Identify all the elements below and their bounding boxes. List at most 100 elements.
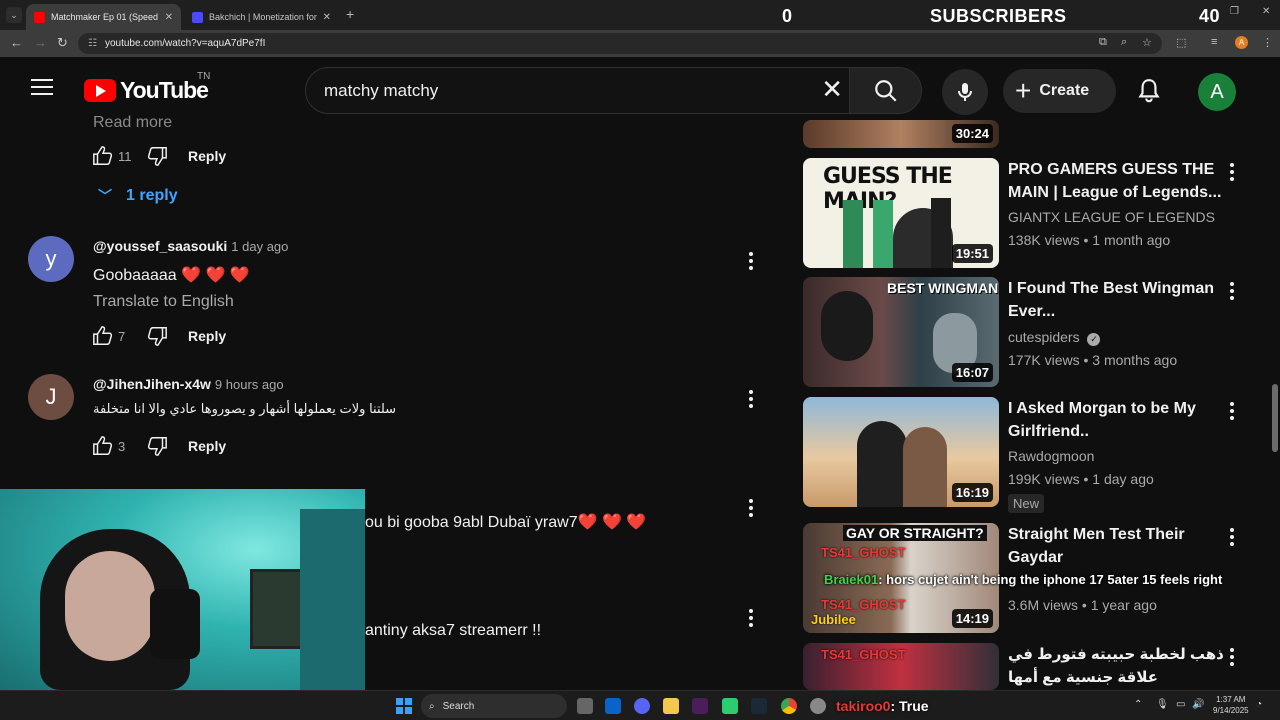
- comment-menu-icon[interactable]: [749, 499, 753, 520]
- video-title[interactable]: I Found The Best Wingman Ever...: [1008, 277, 1226, 323]
- video-thumbnail[interactable]: GUESS THE MAIN? 19:51: [803, 158, 999, 268]
- like-count: 11: [118, 148, 132, 164]
- clear-search-icon[interactable]: ✕: [821, 76, 843, 102]
- extensions-icon[interactable]: ⬚: [1176, 36, 1186, 49]
- outlook-icon[interactable]: [605, 698, 621, 714]
- video-menu-icon[interactable]: [1230, 402, 1234, 423]
- reply-button[interactable]: Reply: [188, 328, 226, 344]
- page-scrollbar[interactable]: [1270, 57, 1280, 690]
- browser-menu-icon[interactable]: ⋮: [1262, 36, 1273, 49]
- close-window-icon[interactable]: ✕: [1262, 6, 1270, 17]
- avatar[interactable]: y: [28, 236, 74, 282]
- bakchich-favicon-icon: [192, 11, 203, 23]
- video-thumbnail[interactable]: TS41_GHOST: [803, 643, 999, 690]
- comment-author[interactable]: @JihenJihen-x4w 9 hours ago: [93, 376, 284, 392]
- search-input[interactable]: matchy matchy ✕: [305, 67, 850, 114]
- reply-button[interactable]: Reply: [188, 438, 226, 454]
- volume-icon[interactable]: 🔊: [1192, 699, 1204, 710]
- search-button[interactable]: [849, 67, 922, 114]
- voice-search-button[interactable]: [942, 69, 988, 115]
- reply-button[interactable]: Reply: [188, 148, 226, 164]
- comment-menu-icon[interactable]: [749, 252, 753, 273]
- chrome-icon[interactable]: [781, 698, 797, 714]
- reload-icon[interactable]: ↻: [57, 35, 68, 51]
- channel-name-text[interactable]: cutespiders: [1008, 329, 1080, 345]
- channel-name[interactable]: GIANTX LEAGUE OF LEGENDS: [1008, 209, 1215, 225]
- video-title[interactable]: ذهب لخطبة حبيبته فتورط في علاقة جنسية مع…: [1008, 643, 1226, 689]
- thumbs-down-icon[interactable]: [146, 435, 168, 457]
- browser-tab[interactable]: Bakchich | Monetization for afr ✕: [184, 4, 339, 30]
- steam-icon[interactable]: [751, 698, 767, 714]
- comment-handle[interactable]: @youssef_saasouki: [93, 238, 227, 254]
- browser-tab-active[interactable]: Matchmaker Ep 01 (Speed dati ✕: [26, 4, 181, 30]
- app-icon[interactable]: [692, 698, 708, 714]
- read-more-link[interactable]: Read more: [93, 114, 172, 132]
- comment-handle[interactable]: @JihenJihen-x4w: [93, 376, 211, 392]
- view-replies-button[interactable]: ﹀ 1 reply: [98, 186, 178, 206]
- file-explorer-icon[interactable]: [663, 698, 679, 714]
- comment-menu-icon[interactable]: [749, 390, 753, 411]
- comment-time[interactable]: 1 day ago: [231, 239, 288, 254]
- restore-window-icon[interactable]: ❐: [1230, 6, 1239, 17]
- avatar[interactable]: J: [28, 374, 74, 420]
- thumbs-down-icon[interactable]: [146, 145, 168, 167]
- youtube-logo[interactable]: YouTube TN: [84, 71, 210, 104]
- browser-profile-avatar[interactable]: A: [1235, 36, 1248, 49]
- tray-chevron-icon[interactable]: ⌃: [1134, 699, 1142, 710]
- create-button[interactable]: + Create: [1003, 69, 1116, 113]
- hamburger-menu-icon[interactable]: [31, 79, 53, 95]
- reading-list-icon[interactable]: ≡: [1211, 36, 1217, 48]
- channel-name[interactable]: Rawdogmoon: [1008, 448, 1094, 464]
- taskbar-search[interactable]: ⌕ Search: [421, 694, 567, 718]
- video-thumbnail[interactable]: BEST WINGMAN 16:07: [803, 277, 999, 387]
- comment-time[interactable]: 9 hours ago: [215, 377, 284, 392]
- tab-search-chevron-icon[interactable]: ⌄: [6, 7, 22, 23]
- thumbs-up-icon[interactable]: [92, 325, 114, 347]
- youtube-wordmark: YouTube: [120, 77, 209, 103]
- channel-name[interactable]: cutespiders ✓: [1008, 329, 1101, 346]
- video-menu-icon[interactable]: [1230, 282, 1234, 303]
- forward-arrow-icon[interactable]: →: [34, 35, 47, 50]
- windows-start-icon[interactable]: [396, 698, 412, 714]
- video-menu-icon[interactable]: [1230, 528, 1234, 549]
- video-thumbnail[interactable]: 16:19: [803, 397, 999, 507]
- app-icon[interactable]: [810, 698, 826, 714]
- app-icon[interactable]: [722, 698, 738, 714]
- site-info-icon[interactable]: ☷: [88, 38, 97, 49]
- task-view-icon[interactable]: [577, 698, 593, 714]
- video-title[interactable]: Straight Men Test Their Gaydar: [1008, 523, 1226, 569]
- zoom-icon[interactable]: ⌕: [1121, 36, 1127, 49]
- create-label: Create: [1039, 82, 1090, 99]
- thumbs-up-icon[interactable]: [92, 435, 114, 457]
- cast-icon[interactable]: ⧉: [1099, 36, 1107, 49]
- video-duration: 14:19: [951, 609, 993, 628]
- scrollbar-thumb[interactable]: [1272, 384, 1278, 452]
- notification-center-icon[interactable]: ◔: [1256, 699, 1262, 710]
- video-meta: 138K views • 1 month ago: [1008, 232, 1171, 248]
- browser-tab-strip: ⌄ Matchmaker Ep 01 (Speed dati ✕ Bakchic…: [0, 0, 1280, 30]
- comment-actions: 3 Reply: [92, 435, 226, 457]
- video-menu-icon[interactable]: [1230, 648, 1234, 669]
- verified-check-icon: ✓: [1087, 333, 1101, 346]
- video-title[interactable]: I Asked Morgan to be My Girlfriend..: [1008, 397, 1226, 443]
- comment-menu-icon[interactable]: [749, 609, 753, 630]
- thumbs-up-icon[interactable]: [92, 145, 114, 167]
- thumbs-down-icon[interactable]: [146, 325, 168, 347]
- microphone-tray-icon[interactable]: 🎙: [1156, 699, 1169, 710]
- video-thumbnail[interactable]: 30:24: [803, 120, 999, 148]
- address-bar[interactable]: ☷ youtube.com/watch?v=aquA7dPe7fI: [78, 33, 1162, 54]
- bookmark-star-icon[interactable]: ☆: [1142, 36, 1152, 49]
- network-icon[interactable]: ▭: [1176, 699, 1185, 710]
- close-tab-icon[interactable]: ✕: [323, 12, 331, 23]
- video-menu-icon[interactable]: [1230, 163, 1234, 184]
- system-clock[interactable]: 1:37 AM 9/14/2025: [1213, 694, 1249, 716]
- notifications-bell-icon[interactable]: [1136, 77, 1162, 110]
- translate-link[interactable]: Translate to English: [93, 293, 234, 311]
- video-title[interactable]: PRO GAMERS GUESS THE MAIN | League of Le…: [1008, 158, 1226, 204]
- close-tab-icon[interactable]: ✕: [165, 12, 173, 23]
- discord-icon[interactable]: [634, 698, 650, 714]
- comment-author[interactable]: @youssef_saasouki 1 day ago: [93, 238, 288, 254]
- account-avatar[interactable]: A: [1198, 73, 1236, 111]
- back-arrow-icon[interactable]: ←: [10, 35, 23, 50]
- new-tab-plus-icon[interactable]: +: [346, 6, 354, 22]
